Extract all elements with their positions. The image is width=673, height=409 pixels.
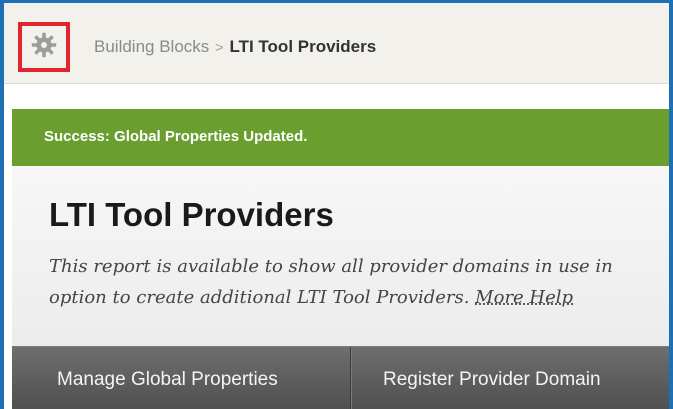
manage-global-properties-button[interactable]: Manage Global Properties (12, 347, 350, 409)
breadcrumb-separator: > (215, 39, 224, 55)
breadcrumb-building-blocks[interactable]: Building Blocks (94, 37, 209, 56)
description-line-2-text: option to create additional LTI Tool Pro… (49, 287, 470, 308)
page-title: LTI Tool Providers (49, 196, 334, 233)
success-banner: Success: Global Properties Updated. (12, 109, 669, 166)
breadcrumb: Building Blocks > LTI Tool Providers (94, 37, 376, 57)
breadcrumb-current: LTI Tool Providers (229, 37, 377, 56)
breadcrumb-bar: Building Blocks > LTI Tool Providers (4, 3, 669, 84)
gear-icon (30, 31, 58, 64)
page-header: LTI Tool Providers This report is availa… (12, 166, 669, 346)
page-description: This report is available to show all pro… (49, 251, 669, 313)
register-provider-domain-button[interactable]: Register Provider Domain (351, 347, 669, 409)
screenshot-frame: Building Blocks > LTI Tool Providers Succe… (0, 0, 673, 409)
more-help-link[interactable]: More Help (475, 287, 573, 308)
action-bar: Manage Global Properties Register Provid… (12, 346, 669, 409)
success-message: Success: Global Properties Updated. (44, 128, 308, 145)
description-line-2: option to create additional LTI Tool Pro… (49, 282, 669, 313)
settings-gear-button[interactable] (18, 22, 70, 72)
description-line-1: This report is available to show all pro… (49, 256, 613, 277)
